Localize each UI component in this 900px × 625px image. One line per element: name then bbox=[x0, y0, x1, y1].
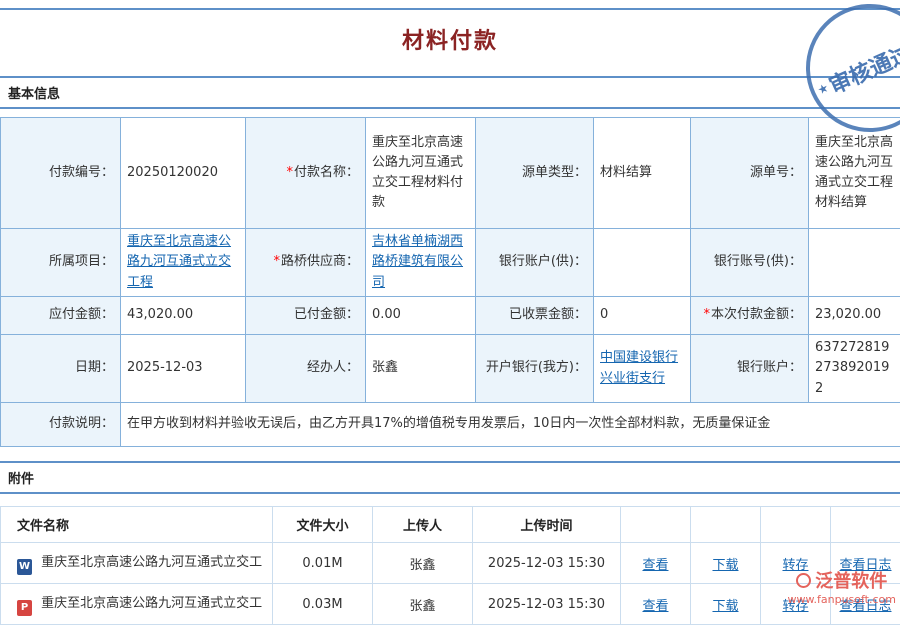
bank-account-value: 6372728192738920192 bbox=[809, 335, 900, 403]
project-value: 重庆至北京高速公路九河互通式立交工程 bbox=[121, 229, 246, 297]
upload-time: 2025-12-03 15:30 bbox=[473, 584, 621, 625]
payment-name-label: *付款名称： bbox=[246, 118, 366, 229]
paid-amount-value: 0.00 bbox=[366, 297, 476, 335]
fanpu-watermark: 泛普软件 www.fanpusoft.com bbox=[788, 567, 896, 606]
payment-note-label: 付款说明： bbox=[1, 403, 121, 447]
payment-name-value: 重庆至北京高速公路九河互通式立交工程材料付款 bbox=[366, 118, 476, 229]
download-link[interactable]: 下载 bbox=[712, 558, 738, 573]
col-header-action bbox=[691, 507, 761, 543]
upload-time: 2025-12-03 15:30 bbox=[473, 543, 621, 584]
bank-no-supplier-value bbox=[809, 229, 900, 297]
page-title: 材料付款 bbox=[0, 10, 900, 68]
source-no-value: 重庆至北京高速公路九河互通式立交工程材料结算 bbox=[809, 118, 900, 229]
our-bank-value: 中国建设银行兴业街支行 bbox=[594, 335, 691, 403]
bank-no-supplier-label: 银行账号(供)： bbox=[691, 229, 809, 297]
invoiced-amount-value: 0 bbox=[594, 297, 691, 335]
row-payment-basic: 付款编号： 20250120020 *付款名称： 重庆至北京高速公路九河互通式立… bbox=[1, 118, 900, 229]
date-value: 2025-12-03 bbox=[121, 335, 246, 403]
col-header-action bbox=[831, 507, 900, 543]
section-attachments: 附件 bbox=[0, 461, 900, 494]
col-header-file-name: 文件名称 bbox=[1, 507, 273, 543]
row-amounts: 应付金额： 43,020.00 已付金额： 0.00 已收票金额： 0 *本次付… bbox=[1, 297, 900, 335]
watermark-brand: 泛普软件 bbox=[815, 567, 887, 593]
action-cell: 下载 bbox=[691, 543, 761, 584]
file-name: 重庆至北京高速公路九河互通式立交工 bbox=[41, 555, 262, 570]
invoiced-amount-label: 已收票金额： bbox=[476, 297, 594, 335]
attachment-row: W 重庆至北京高速公路九河互通式立交工 0.01M 张鑫 2025-12-03 … bbox=[1, 543, 900, 584]
handler-label: 经办人： bbox=[246, 335, 366, 403]
handler-value: 张鑫 bbox=[366, 335, 476, 403]
uploader: 张鑫 bbox=[373, 543, 473, 584]
supplier-label: *路桥供应商： bbox=[246, 229, 366, 297]
section-basic-info-title: 基本信息 bbox=[8, 87, 60, 102]
file-name-cell: P 重庆至北京高速公路九河互通式立交工 bbox=[1, 584, 273, 625]
source-type-label: 源单类型： bbox=[476, 118, 594, 229]
col-header-action bbox=[761, 507, 831, 543]
our-bank-link[interactable]: 中国建设银行兴业街支行 bbox=[600, 350, 678, 385]
our-bank-label: 开户银行(我方)： bbox=[476, 335, 594, 403]
attachment-row: P 重庆至北京高速公路九河互通式立交工 0.03M 张鑫 2025-12-03 … bbox=[1, 584, 900, 625]
payable-amount-label: 应付金额： bbox=[1, 297, 121, 335]
section-basic-info: 基本信息 bbox=[0, 76, 900, 109]
file-name: 重庆至北京高速公路九河互通式立交工 bbox=[41, 596, 262, 611]
payment-note-value: 在甲方收到材料并验收无误后，由乙方开具17%的增值税专用发票后，10日内一次性全… bbox=[121, 403, 900, 447]
project-label: 所属项目： bbox=[1, 229, 121, 297]
row-payment-note: 付款说明： 在甲方收到材料并验收无误后，由乙方开具17%的增值税专用发票后，10… bbox=[1, 403, 900, 447]
paid-amount-label: 已付金额： bbox=[246, 297, 366, 335]
row-date-bank: 日期： 2025-12-03 经办人： 张鑫 开户银行(我方)： 中国建设银行兴… bbox=[1, 335, 900, 403]
col-header-file-size: 文件大小 bbox=[273, 507, 373, 543]
date-label: 日期： bbox=[1, 335, 121, 403]
payable-amount-value: 43,020.00 bbox=[121, 297, 246, 335]
attachments-header-row: 文件名称 文件大小 上传人 上传时间 bbox=[1, 507, 900, 543]
current-payment-value: 23,020.00 bbox=[809, 297, 900, 335]
section-attachments-title: 附件 bbox=[8, 472, 34, 487]
uploader: 张鑫 bbox=[373, 584, 473, 625]
source-type-value: 材料结算 bbox=[594, 118, 691, 229]
required-mark: * bbox=[286, 165, 293, 180]
file-name-cell: W 重庆至北京高速公路九河互通式立交工 bbox=[1, 543, 273, 584]
bank-account-label: 银行账户： bbox=[691, 335, 809, 403]
col-header-upload-time: 上传时间 bbox=[473, 507, 621, 543]
stamp-text: 审核通过 bbox=[823, 35, 900, 100]
view-link[interactable]: 查看 bbox=[642, 599, 668, 614]
supplier-link[interactable]: 吉林省单楠湖西路桥建筑有限公司 bbox=[372, 234, 463, 289]
col-header-uploader: 上传人 bbox=[373, 507, 473, 543]
download-link[interactable]: 下载 bbox=[712, 599, 738, 614]
supplier-value: 吉林省单楠湖西路桥建筑有限公司 bbox=[366, 229, 476, 297]
payment-no-label: 付款编号： bbox=[1, 118, 121, 229]
fanpu-logo-icon bbox=[796, 573, 811, 588]
file-size: 0.01M bbox=[273, 543, 373, 584]
action-cell: 查看 bbox=[621, 543, 691, 584]
action-cell: 查看 bbox=[621, 584, 691, 625]
bank-account-supplier-label: 银行账户(供)： bbox=[476, 229, 594, 297]
row-project-supplier: 所属项目： 重庆至北京高速公路九河互通式立交工程 *路桥供应商： 吉林省单楠湖西… bbox=[1, 229, 900, 297]
project-link[interactable]: 重庆至北京高速公路九河互通式立交工程 bbox=[127, 234, 231, 289]
col-header-action bbox=[621, 507, 691, 543]
attachments-table: 文件名称 文件大小 上传人 上传时间 W 重庆至北京高速公路九河互通式立交工 0… bbox=[0, 506, 900, 625]
required-mark: * bbox=[273, 254, 280, 269]
word-file-icon: W bbox=[17, 559, 32, 575]
bank-account-supplier-value bbox=[594, 229, 691, 297]
current-payment-label: *本次付款金额： bbox=[691, 297, 809, 335]
required-mark: * bbox=[703, 307, 710, 322]
basic-info-table: 付款编号： 20250120020 *付款名称： 重庆至北京高速公路九河互通式立… bbox=[0, 117, 900, 447]
pdf-file-icon: P bbox=[17, 600, 32, 616]
file-size: 0.03M bbox=[273, 584, 373, 625]
source-no-label: 源单号： bbox=[691, 118, 809, 229]
action-cell: 下载 bbox=[691, 584, 761, 625]
view-link[interactable]: 查看 bbox=[642, 558, 668, 573]
payment-no-value: 20250120020 bbox=[121, 118, 246, 229]
